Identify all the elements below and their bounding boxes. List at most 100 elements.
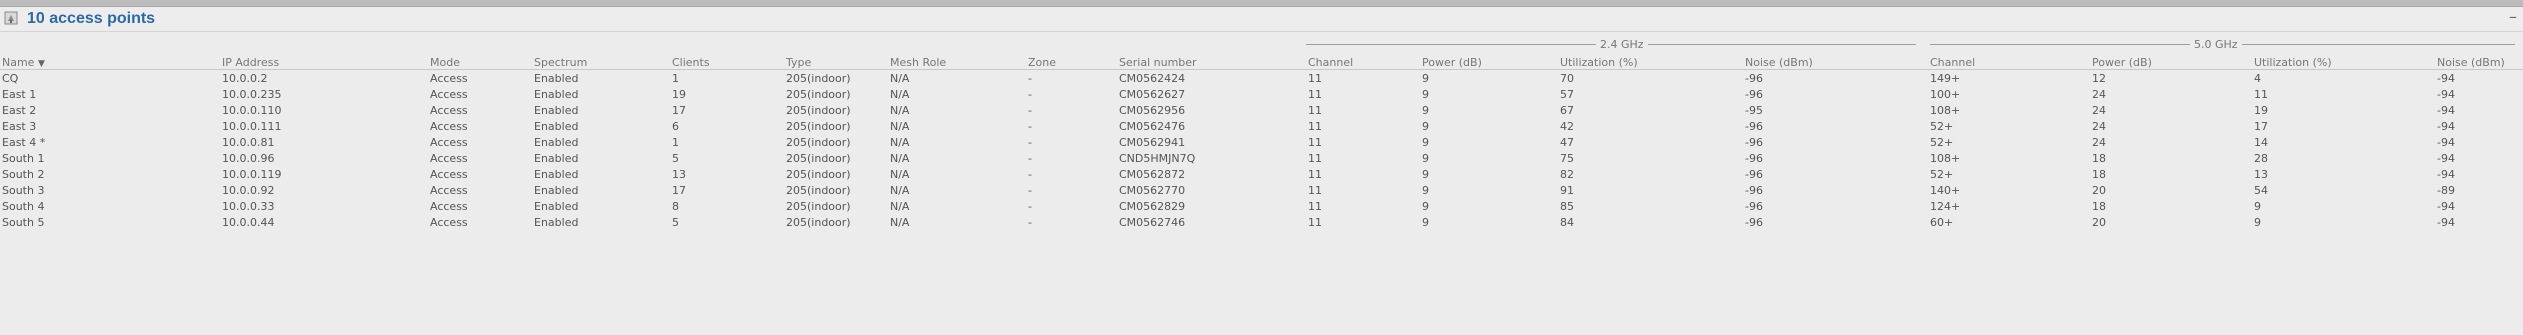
col-header-name[interactable]: Name ▼ [0,56,220,70]
cell-utilization-50: 14 [2254,135,2268,149]
cell-clients: 5 [672,151,679,165]
cell-clients: 5 [672,215,679,229]
table-row[interactable]: South 4 10.0.0.33 Access Enabled 8 205(indoor… [0,198,2523,214]
cell-channel-50: 52+ [1930,167,1954,181]
cell-clients: 17 [672,183,686,197]
table-row[interactable]: East 3 10.0.0.111 Access Enabled 6 205(indoor… [0,118,2523,134]
col-header-zone[interactable]: Zone [1026,56,1117,70]
col-header-mesh-role[interactable]: Mesh Role [888,56,1026,70]
cell-power-24: 9 [1422,119,1429,133]
band-label-5-0ghz: 5.0 GHz [2190,38,2242,51]
cell-ip-address: 10.0.0.235 [222,87,282,101]
minimize-button[interactable]: – [2509,7,2517,26]
col-header-channel-50[interactable]: Channel [1928,56,2090,70]
cell-noise-50: -89 [2437,183,2455,197]
cell-power-24: 9 [1422,87,1429,101]
cell-name[interactable]: East 2 [0,102,220,118]
cell-name[interactable]: CQ [0,70,220,87]
cell-spectrum: Enabled [534,167,579,181]
cell-utilization-24: 75 [1560,151,1574,165]
cell-zone: - [1028,71,1032,85]
table-row[interactable]: South 1 10.0.0.96 Access Enabled 5 205(indoor… [0,150,2523,166]
cell-utilization-24: 82 [1560,167,1574,181]
cell-spectrum: Enabled [534,183,579,197]
cell-spectrum: Enabled [534,151,579,165]
col-header-clients[interactable]: Clients [670,56,784,70]
cell-channel-50: 124+ [1930,199,1961,213]
cell-noise-24: -96 [1745,215,1763,229]
table-row[interactable]: CQ 10.0.0.2 Access Enabled 1 205(indoor) N/A - C… [0,70,2523,87]
cell-serial-number: CM0562941 [1119,135,1186,149]
cell-type: 205(indoor) [786,215,851,229]
table-row[interactable]: East 4 * 10.0.0.81 Access Enabled 1 205(indoo… [0,134,2523,150]
cell-name[interactable]: South 1 [0,150,220,166]
cell-noise-50: -94 [2437,71,2455,85]
cell-ip-address: 10.0.0.81 [222,135,275,149]
panel-header: 10 access points – [0,7,2523,32]
col-header-noise-50[interactable]: Noise (dBm) [2435,56,2523,70]
cell-noise-50: -94 [2437,135,2455,149]
band-group-2-4ghz: 2.4 GHz [1306,38,1916,51]
table-row[interactable]: East 1 10.0.0.235 Access Enabled 19 205(indoo… [0,86,2523,102]
cell-power-24: 9 [1422,199,1429,213]
table-row[interactable]: South 5 10.0.0.44 Access Enabled 5 205(indoor… [0,214,2523,230]
cell-power-50: 20 [2092,183,2106,197]
cell-mesh-role: N/A [890,71,910,85]
cell-name[interactable]: South 5 [0,214,220,230]
cell-name[interactable]: East 1 [0,86,220,102]
cell-channel-50: 60+ [1930,215,1954,229]
access-point-icon [4,11,18,25]
col-header-utilization-24[interactable]: Utilization (%) [1558,56,1743,70]
cell-type: 205(indoor) [786,119,851,133]
cell-utilization-24: 42 [1560,119,1574,133]
cell-spectrum: Enabled [534,87,579,101]
cell-zone: - [1028,103,1032,117]
col-header-channel-24[interactable]: Channel [1306,56,1420,70]
table-row[interactable]: East 2 10.0.0.110 Access Enabled 17 205(indoo… [0,102,2523,118]
cell-spectrum: Enabled [534,119,579,133]
cell-serial-number: CND5HMJN7Q [1119,151,1196,165]
cell-noise-24: -96 [1745,167,1763,181]
col-header-mode[interactable]: Mode [428,56,532,70]
cell-serial-number: CM0562872 [1119,167,1186,181]
col-header-ip[interactable]: IP Address [220,56,428,70]
table-row[interactable]: South 3 10.0.0.92 Access Enabled 17 205(indoo… [0,182,2523,198]
cell-ip-address: 10.0.0.33 [222,199,275,213]
cell-name[interactable]: East 3 [0,118,220,134]
cell-spectrum: Enabled [534,215,579,229]
col-header-noise-24[interactable]: Noise (dBm) [1743,56,1928,70]
cell-clients: 19 [672,87,686,101]
table-row[interactable]: South 2 10.0.0.119 Access Enabled 13 205(indo… [0,166,2523,182]
col-header-utilization-50[interactable]: Utilization (%) [2252,56,2435,70]
cell-channel-24: 11 [1308,183,1322,197]
cell-name[interactable]: South 2 [0,166,220,182]
cell-serial-number: CM0562746 [1119,215,1186,229]
sort-desc-icon[interactable]: ▼ [38,59,45,69]
cell-serial-number: CM0562424 [1119,71,1186,85]
cell-mesh-role: N/A [890,199,910,213]
cell-name[interactable]: South 3 [0,182,220,198]
col-header-type[interactable]: Type [784,56,888,70]
band-label-2-4ghz: 2.4 GHz [1596,38,1648,51]
window-top-strip [0,0,2523,7]
cell-mode: Access [430,215,468,229]
col-header-serial[interactable]: Serial number [1117,56,1306,70]
col-header-power-24[interactable]: Power (dB) [1420,56,1558,70]
col-header-power-50[interactable]: Power (dB) [2090,56,2252,70]
cell-name[interactable]: South 4 [0,198,220,214]
cell-zone: - [1028,167,1032,181]
col-header-spectrum[interactable]: Spectrum [532,56,670,70]
cell-noise-50: -94 [2437,215,2455,229]
cell-zone: - [1028,119,1032,133]
cell-noise-50: -94 [2437,151,2455,165]
cell-noise-24: -95 [1745,103,1763,117]
cell-utilization-50: 17 [2254,119,2268,133]
cell-spectrum: Enabled [534,71,579,85]
cell-channel-24: 11 [1308,215,1322,229]
table-header-row: Name ▼ IP Address Mode Spectrum Clients … [0,56,2523,70]
cell-channel-24: 11 [1308,135,1322,149]
cell-channel-50: 108+ [1930,103,1961,117]
cell-utilization-50: 4 [2254,71,2261,85]
cell-zone: - [1028,87,1032,101]
cell-mesh-role: N/A [890,119,910,133]
